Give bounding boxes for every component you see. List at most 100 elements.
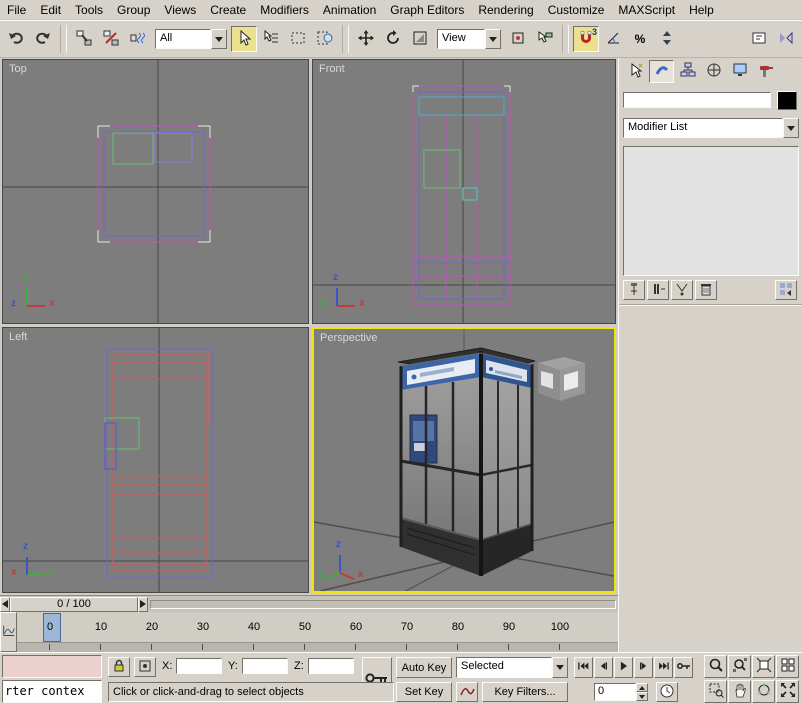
- time-slider-handle[interactable]: 0 / 100: [10, 597, 138, 612]
- y-coordinate-field[interactable]: [242, 658, 288, 674]
- absolute-offset-toggle[interactable]: [134, 657, 156, 677]
- window-crossing-button[interactable]: [312, 26, 338, 52]
- reference-coordinate-dropdown[interactable]: View: [437, 29, 501, 49]
- menu-views[interactable]: Views: [157, 3, 203, 17]
- key-mode-toggle-button[interactable]: [674, 657, 693, 678]
- pan-button[interactable]: [728, 680, 751, 703]
- pin-stack-button[interactable]: [623, 280, 645, 300]
- time-configuration-button[interactable]: [656, 682, 678, 702]
- frame-spinner[interactable]: [636, 683, 648, 701]
- maxscript-listener-input[interactable]: [2, 655, 102, 678]
- menu-edit[interactable]: Edit: [33, 3, 68, 17]
- next-frame-button[interactable]: [634, 657, 653, 678]
- bind-to-spacewarp-button[interactable]: [125, 26, 151, 52]
- snaps-toggle-button[interactable]: 3: [573, 26, 599, 52]
- zoom-all-button[interactable]: [728, 655, 751, 678]
- menu-animation[interactable]: Animation: [316, 3, 383, 17]
- previous-frame-button[interactable]: [594, 657, 613, 678]
- angle-snap-button[interactable]: [600, 26, 626, 52]
- viewport-front-label[interactable]: Front: [319, 63, 345, 75]
- tick-label: 20: [137, 621, 167, 633]
- select-by-name-button[interactable]: [258, 26, 284, 52]
- tab-hierarchy[interactable]: [675, 60, 700, 83]
- arc-rotate-button[interactable]: [752, 680, 775, 703]
- zoom-extents-button[interactable]: [752, 655, 775, 678]
- key-mode-dropdown[interactable]: Selected: [456, 657, 568, 678]
- menu-group[interactable]: Group: [110, 3, 157, 17]
- tab-motion[interactable]: [701, 60, 726, 83]
- select-and-move-button[interactable]: [353, 26, 379, 52]
- tab-create[interactable]: [623, 60, 648, 83]
- spinner-snap-button[interactable]: [654, 26, 680, 52]
- go-to-end-button[interactable]: [654, 657, 673, 678]
- z-coordinate-field[interactable]: [308, 658, 354, 674]
- percent-snap-button[interactable]: %: [627, 26, 653, 52]
- min-max-toggle-button[interactable]: [776, 680, 799, 703]
- undo-button[interactable]: [3, 26, 29, 52]
- modifier-stack-list[interactable]: [623, 146, 799, 276]
- menu-graph-editors[interactable]: Graph Editors: [383, 3, 471, 17]
- time-slider-track[interactable]: [150, 600, 616, 609]
- select-and-scale-button[interactable]: [407, 26, 433, 52]
- remove-modifier-button[interactable]: [695, 280, 717, 300]
- redo-button[interactable]: [30, 26, 56, 52]
- rectangular-selection-button[interactable]: [285, 26, 311, 52]
- mirror-button[interactable]: [773, 26, 799, 52]
- viewport-left[interactable]: Left z y x: [2, 327, 309, 593]
- modifier-list-dropdown[interactable]: Modifier List: [623, 118, 799, 138]
- time-slider-left-arrow[interactable]: [0, 597, 10, 612]
- select-and-manipulate-icon: [537, 30, 553, 49]
- viewport-perspective-label[interactable]: Perspective: [320, 332, 377, 344]
- viewport-perspective[interactable]: Perspective z x y: [312, 327, 616, 593]
- menu-create[interactable]: Create: [203, 3, 253, 17]
- zoom-button[interactable]: [704, 655, 727, 678]
- key-filters-button[interactable]: Key Filters...: [482, 682, 568, 702]
- viewport-top[interactable]: Top y x z: [2, 59, 309, 324]
- select-and-rotate-button[interactable]: [380, 26, 406, 52]
- tab-utilities[interactable]: [753, 60, 778, 83]
- selection-lock-toggle[interactable]: [108, 657, 130, 677]
- viewport-top-label[interactable]: Top: [9, 63, 27, 75]
- track-bar-ruler[interactable]: 0 10 20 30 40 50 60 70 80 90 100: [17, 612, 618, 652]
- tab-display[interactable]: [727, 60, 752, 83]
- show-end-result-button[interactable]: [647, 280, 669, 300]
- selection-filter-arrow[interactable]: [211, 29, 227, 49]
- object-name-field[interactable]: [623, 92, 771, 108]
- configure-modifier-sets-button[interactable]: [775, 280, 797, 300]
- select-and-manipulate-button[interactable]: [532, 26, 558, 52]
- tab-modify[interactable]: [649, 60, 674, 83]
- play-animation-button[interactable]: [614, 657, 633, 678]
- current-frame-field[interactable]: 0: [594, 683, 636, 701]
- select-and-link-button[interactable]: [71, 26, 97, 52]
- unlink-selection-button[interactable]: [98, 26, 124, 52]
- x-coordinate-field[interactable]: [176, 658, 222, 674]
- make-unique-button[interactable]: [671, 280, 693, 300]
- reference-coordinate-arrow[interactable]: [485, 29, 501, 49]
- key-mode-arrow[interactable]: [552, 657, 568, 678]
- selection-filter-dropdown[interactable]: All: [155, 29, 227, 49]
- menu-rendering[interactable]: Rendering: [471, 3, 540, 17]
- region-zoom-button[interactable]: [704, 680, 727, 703]
- use-pivot-center-button[interactable]: [505, 26, 531, 52]
- select-object-button[interactable]: [231, 26, 257, 52]
- viewport-left-label[interactable]: Left: [9, 331, 27, 343]
- set-key-button[interactable]: Set Key: [396, 682, 452, 702]
- toolbar-separator: [342, 25, 349, 53]
- edit-named-selections-button[interactable]: [746, 26, 772, 52]
- menu-modifiers[interactable]: Modifiers: [253, 3, 316, 17]
- menu-maxscript[interactable]: MAXScript: [611, 3, 682, 17]
- time-slider-right-arrow[interactable]: [138, 597, 148, 612]
- menu-tools[interactable]: Tools: [68, 3, 110, 17]
- go-to-start-button[interactable]: [574, 657, 593, 678]
- menu-customize[interactable]: Customize: [541, 3, 612, 17]
- zoom-extents-all-button[interactable]: [776, 655, 799, 678]
- menu-file[interactable]: File: [0, 3, 33, 17]
- viewport-front[interactable]: Front z x y: [312, 59, 616, 324]
- object-color-swatch[interactable]: [777, 91, 797, 110]
- mini-curve-editor-button[interactable]: [0, 612, 17, 652]
- modifier-list-arrow[interactable]: [783, 118, 799, 138]
- menu-help[interactable]: Help: [682, 3, 721, 17]
- auto-key-button[interactable]: Auto Key: [396, 657, 452, 678]
- maxscript-listener-output[interactable]: rter contex: [2, 680, 102, 703]
- default-tangent-button[interactable]: [456, 682, 478, 702]
